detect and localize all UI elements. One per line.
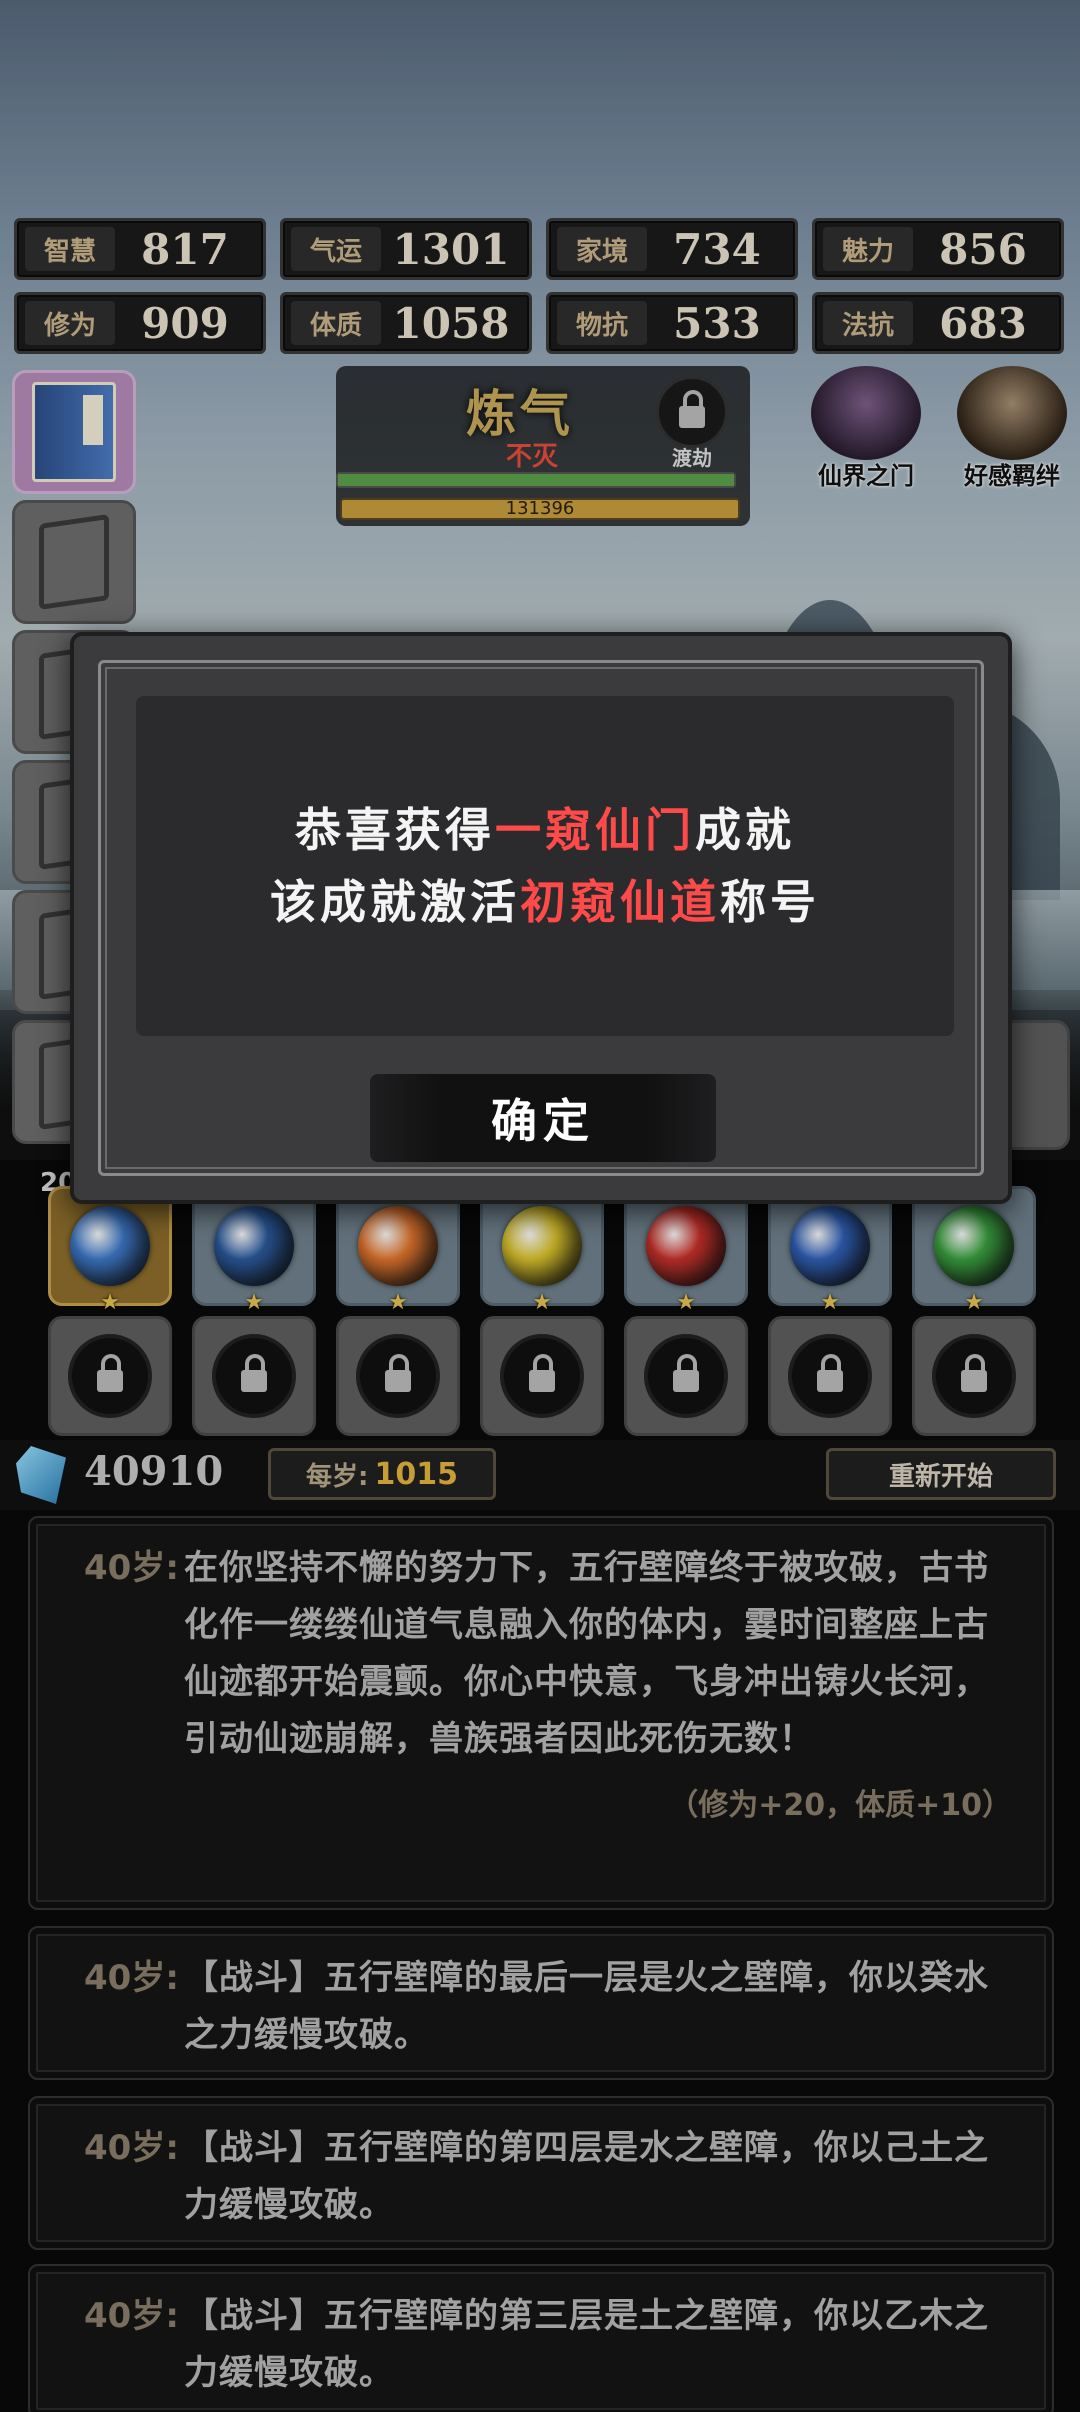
achievement-message-line: 恭喜获得一窥仙门成就: [295, 794, 795, 866]
message-text: 该成就激活: [270, 875, 520, 929]
message-text: 恭喜获得: [295, 803, 495, 857]
title-name: 初窥仙道: [520, 875, 720, 929]
achievement-name: 一窥仙门: [495, 803, 695, 857]
message-text: 称号: [720, 875, 820, 929]
confirm-button[interactable]: 确定: [370, 1074, 716, 1162]
dialog-message-panel: 恭喜获得一窥仙门成就 该成就激活初窥仙道称号: [136, 696, 954, 1036]
achievement-dialog: 恭喜获得一窥仙门成就 该成就激活初窥仙道称号 确定: [70, 632, 1012, 1204]
title-message-line: 该成就激活初窥仙道称号: [270, 866, 820, 938]
modal-overlay: [0, 0, 1080, 2412]
message-text: 成就: [695, 803, 795, 857]
